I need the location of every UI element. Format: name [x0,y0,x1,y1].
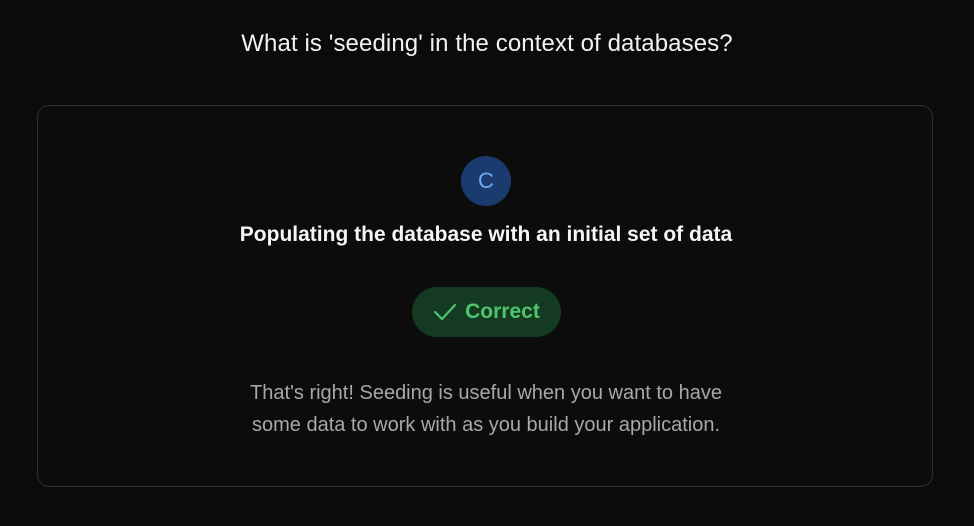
result-label: Correct [465,300,540,323]
choice-letter-badge: C [461,156,511,206]
explanation-line: That's right! Seeding is useful when you… [250,382,722,404]
correct-status-badge: Correct [412,287,561,337]
selected-answer-text: Populating the database with an initial … [239,223,733,246]
check-icon [433,302,457,322]
question-title: What is 'seeding' in the context of data… [241,30,733,57]
quiz-page: What is 'seeding' in the context of data… [0,0,974,526]
explanation-line: some data to work with as you build your… [251,414,721,436]
answer-card: C Populating the database with an initia… [37,105,933,487]
explanation-text: That's right! Seeding is useful when you… [38,377,934,441]
